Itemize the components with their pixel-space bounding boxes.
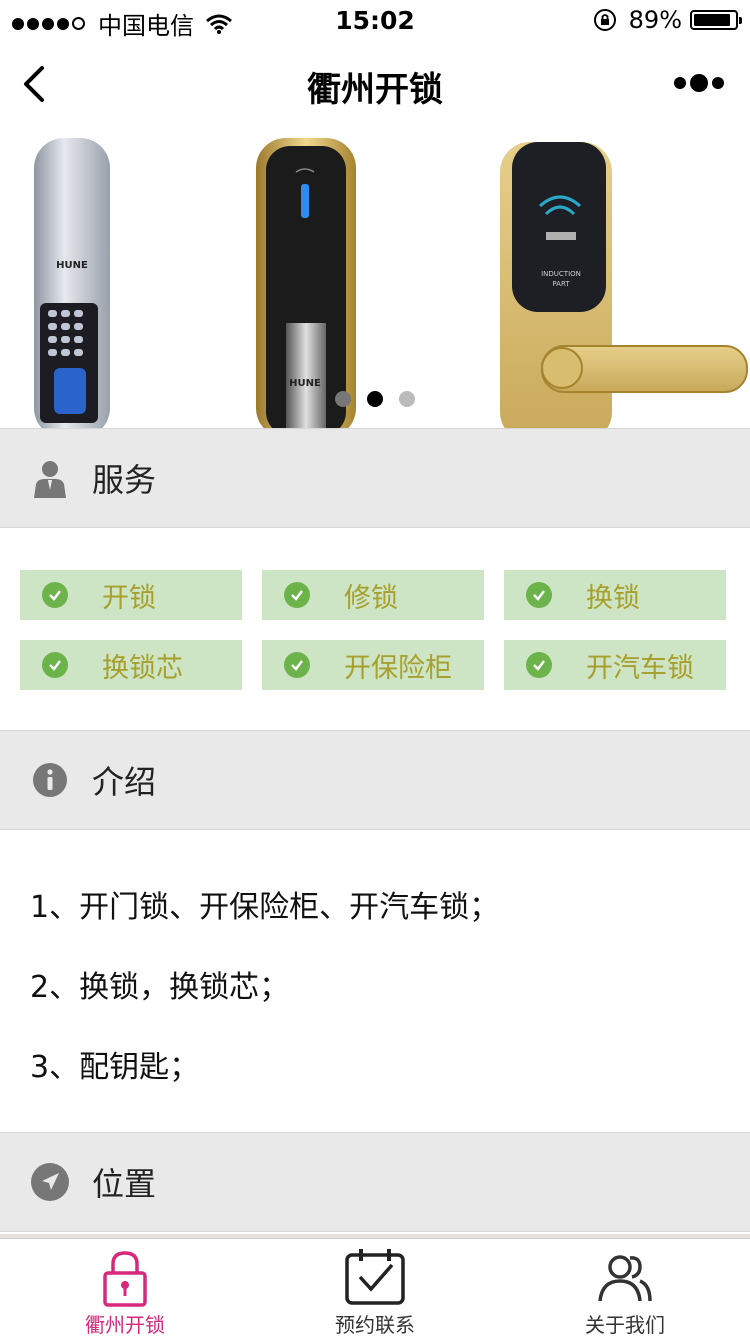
tab-home[interactable]: 衢州开锁 — [0, 1239, 250, 1337]
location-section-header: 位置 — [0, 1132, 750, 1232]
service-tag-label: 开保险柜 — [344, 652, 452, 684]
svg-text:HUNE: HUNE — [56, 260, 88, 271]
service-tag-label: 开汽车锁 — [586, 652, 694, 684]
info-icon — [30, 760, 70, 800]
more-dots-icon[interactable] — [674, 74, 724, 92]
service-tag[interactable]: 修锁 — [262, 570, 484, 620]
intro-text-line: 2、换锁，换锁芯； — [30, 970, 290, 1005]
intro-text-line: 3、配钥匙； — [30, 1050, 200, 1085]
check-circle-icon — [526, 582, 552, 608]
section-title: 介绍 — [92, 763, 157, 801]
bottom-tab-bar: 衢州开锁 预约联系 关于我们 — [0, 1238, 750, 1337]
banner-carousel[interactable]: HUNE HUNE INDUCTION PART — [0, 128, 750, 428]
carousel-dot-active[interactable] — [367, 391, 383, 407]
service-tag[interactable]: 换锁芯 — [20, 640, 242, 690]
section-title: 位置 — [92, 1165, 157, 1203]
carousel-indicators[interactable] — [0, 391, 750, 407]
service-tag[interactable]: 开汽车锁 — [504, 640, 726, 690]
service-tag[interactable]: 开锁 — [20, 570, 242, 620]
svg-text:PART: PART — [552, 280, 570, 288]
intro-text-line: 1、开门锁、开保险柜、开汽车锁； — [30, 890, 500, 925]
service-tag[interactable]: 开保险柜 — [262, 640, 484, 690]
carousel-dot[interactable] — [335, 391, 351, 407]
svg-text:HUNE: HUNE — [289, 378, 321, 389]
lock-icon — [0, 1247, 250, 1307]
calendar-check-icon — [250, 1247, 500, 1307]
service-tag-label: 换锁芯 — [102, 652, 183, 684]
lock-products-image: HUNE HUNE INDUCTION PART — [34, 138, 748, 428]
status-bar: 中国电信 15:02 89% — [0, 0, 750, 40]
intro-section-header: 介绍 — [0, 730, 750, 830]
svg-text:INDUCTION: INDUCTION — [541, 270, 581, 278]
section-title: 服务 — [92, 461, 157, 499]
nav-bar: 衢州开锁 — [0, 40, 750, 128]
service-tag-label: 开锁 — [102, 582, 156, 614]
service-tag-label: 换锁 — [586, 582, 640, 614]
tab-about[interactable]: 关于我们 — [500, 1239, 750, 1337]
page-title: 衢州开锁 — [307, 70, 443, 110]
check-circle-icon — [284, 652, 310, 678]
users-icon — [500, 1247, 750, 1307]
service-tag[interactable]: 换锁 — [504, 570, 726, 620]
battery-percent: 89% — [628, 6, 682, 34]
check-circle-icon — [42, 582, 68, 608]
service-section-header: 服务 — [0, 428, 750, 528]
check-circle-icon — [526, 652, 552, 678]
rotation-lock-icon — [593, 9, 616, 31]
battery-icon — [690, 10, 742, 30]
tab-appointment[interactable]: 预约联系 — [250, 1239, 500, 1337]
service-tag-label: 修锁 — [344, 582, 398, 614]
check-circle-icon — [284, 582, 310, 608]
carousel-dot[interactable] — [399, 391, 415, 407]
check-circle-icon — [42, 652, 68, 678]
person-icon — [30, 458, 70, 498]
location-arrow-icon — [30, 1162, 70, 1202]
